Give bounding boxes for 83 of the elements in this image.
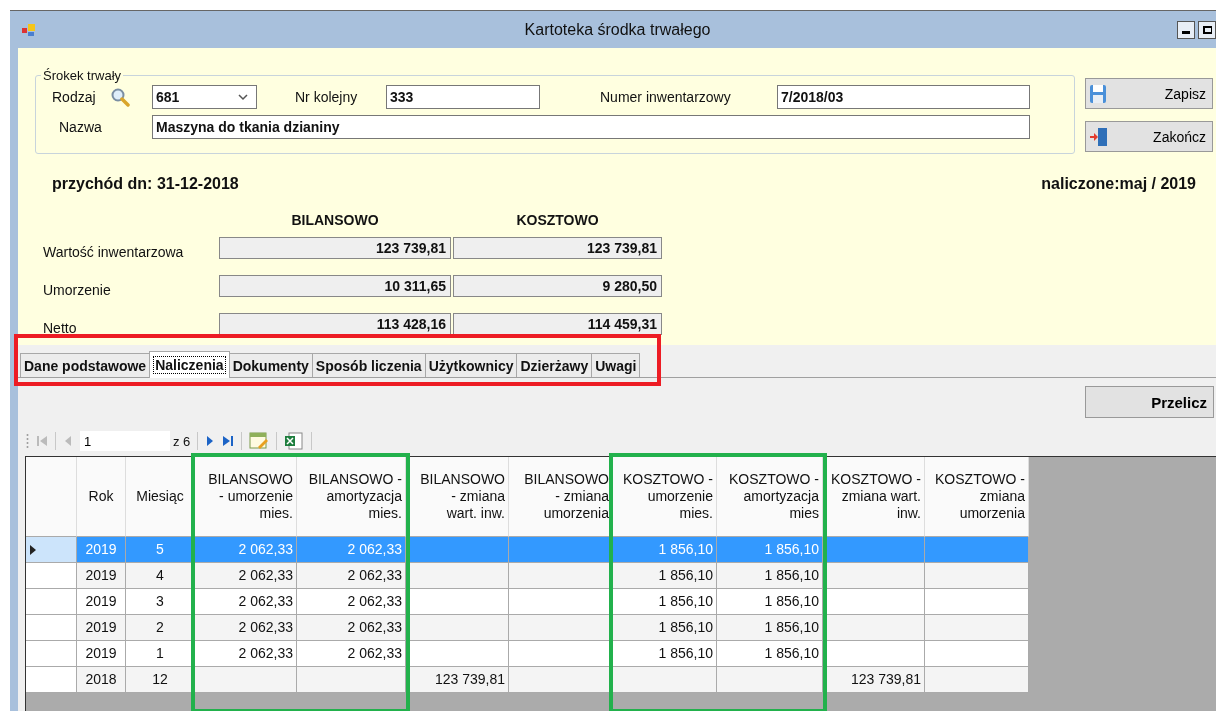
last-icon[interactable] xyxy=(222,434,235,448)
table-cell: 1 856,10 xyxy=(717,589,823,615)
door-icon xyxy=(1089,126,1109,147)
table-cell: 1 856,10 xyxy=(613,537,717,563)
table-cell: 2019 xyxy=(77,537,126,563)
table-cell: 1 856,10 xyxy=(717,615,823,641)
table-cell: 2019 xyxy=(77,589,126,615)
position-field[interactable]: 1 xyxy=(80,431,170,451)
tab[interactable]: Uwagi xyxy=(591,353,641,377)
current-row-icon xyxy=(30,544,36,555)
table-cell: 1 856,10 xyxy=(717,641,823,667)
tab[interactable]: Dzierżawy xyxy=(516,353,593,377)
table-cell: 2 062,33 xyxy=(195,589,297,615)
table-cell: 2018 xyxy=(77,667,126,693)
tab[interactable]: Dokumenty xyxy=(228,353,313,377)
minimize-button[interactable] xyxy=(1177,20,1195,39)
table-cell: 2 062,33 xyxy=(195,641,297,667)
tab[interactable]: Dane podstawowe xyxy=(20,353,151,377)
table-cell: 2 062,33 xyxy=(297,563,406,589)
name-field[interactable]: Maszyna do tkania dzianiny xyxy=(152,114,1030,139)
table-cell: 2 062,33 xyxy=(297,537,406,563)
column-header[interactable]: KOSZTOWO - umorzenie mies. xyxy=(613,457,717,537)
maximize-icon xyxy=(1202,24,1212,35)
table-cell: 2 062,33 xyxy=(297,589,406,615)
tab[interactable]: Użytkownicy xyxy=(424,353,518,377)
first-icon[interactable] xyxy=(36,434,48,448)
tab[interactable]: Naliczenia xyxy=(149,351,230,378)
field-label: Numer inwentarzowy xyxy=(600,88,732,105)
column-header[interactable]: KOSZTOWO - zmiana umorzenia xyxy=(925,457,1029,537)
table-cell: 2019 xyxy=(77,563,126,589)
column-header[interactable]: Rok xyxy=(77,457,126,537)
value-field: 114 459,31 xyxy=(453,313,662,335)
table-cell: 1 856,10 xyxy=(613,589,717,615)
app-icon xyxy=(22,22,36,37)
value-label: Netto xyxy=(43,320,77,336)
exit-button[interactable]: Zakończ xyxy=(1085,121,1213,152)
record-count: z 6 xyxy=(173,433,191,449)
sequence-field[interactable]: 333 xyxy=(386,84,540,109)
value-field: 9 280,50 xyxy=(453,275,662,297)
column-heading: KOSZTOWO xyxy=(515,212,600,228)
received-date: przychód dn: 31-12-2018 xyxy=(52,175,239,194)
column-header[interactable]: BILANSOWO - amortyzacja mies. xyxy=(297,457,406,537)
value-field: 123 739,81 xyxy=(453,237,662,259)
table-cell: 2019 xyxy=(77,615,126,641)
column-heading: BILANSOWO xyxy=(290,212,380,228)
field-label: Nazwa xyxy=(59,118,103,135)
group-legend: Śrokek trwały xyxy=(41,68,124,83)
tab[interactable]: Sposób liczenia xyxy=(311,353,426,377)
table-cell: 2 062,33 xyxy=(297,615,406,641)
table-cell: 2 062,33 xyxy=(195,615,297,641)
value-field: 123 739,81 xyxy=(219,237,451,259)
value-field: 10 311,65 xyxy=(219,275,451,297)
grip-icon xyxy=(26,433,29,449)
previous-icon[interactable] xyxy=(63,434,73,448)
value-label: Wartość inwentarzowa xyxy=(43,244,184,260)
maximize-button[interactable] xyxy=(1198,20,1216,39)
value-field: 113 428,16 xyxy=(219,313,451,335)
table-cell: 1 856,10 xyxy=(717,537,823,563)
table-cell: 2 062,33 xyxy=(297,641,406,667)
recalculate-button[interactable]: Przelicz xyxy=(1085,386,1214,418)
window-title: Kartoteka środka trwałego xyxy=(523,20,712,39)
minimize-icon xyxy=(1182,30,1190,34)
table-cell: 1 856,10 xyxy=(717,563,823,589)
table-cell: 1 856,10 xyxy=(613,615,717,641)
type-dropdown[interactable]: 681 xyxy=(152,84,257,109)
field-label: Nr kolejny xyxy=(295,88,359,105)
table-cell: 2 062,33 xyxy=(195,537,297,563)
field-label: Rodzaj xyxy=(52,88,97,105)
column-header[interactable]: KOSZTOWO - amortyzacja mies xyxy=(717,457,823,537)
table-cell: 1 856,10 xyxy=(613,563,717,589)
table-cell: 2019 xyxy=(77,641,126,667)
caret-icon xyxy=(238,92,248,101)
value-label: Umorzenie xyxy=(43,282,111,298)
row-header[interactable] xyxy=(26,537,77,563)
excel-icon[interactable] xyxy=(284,432,305,450)
inventory-number-field[interactable]: 7/2018/03 xyxy=(777,84,1030,109)
table-cell: 1 856,10 xyxy=(613,641,717,667)
search-icon[interactable] xyxy=(110,86,130,107)
edit-icon[interactable] xyxy=(249,432,270,450)
accrued-period: naliczone:maj / 2019 xyxy=(1041,175,1196,194)
table-cell: 2 062,33 xyxy=(195,563,297,589)
save-button[interactable]: Zapisz xyxy=(1085,78,1213,109)
column-header[interactable]: BILANSOWO - umorzenie mies. xyxy=(195,457,297,537)
